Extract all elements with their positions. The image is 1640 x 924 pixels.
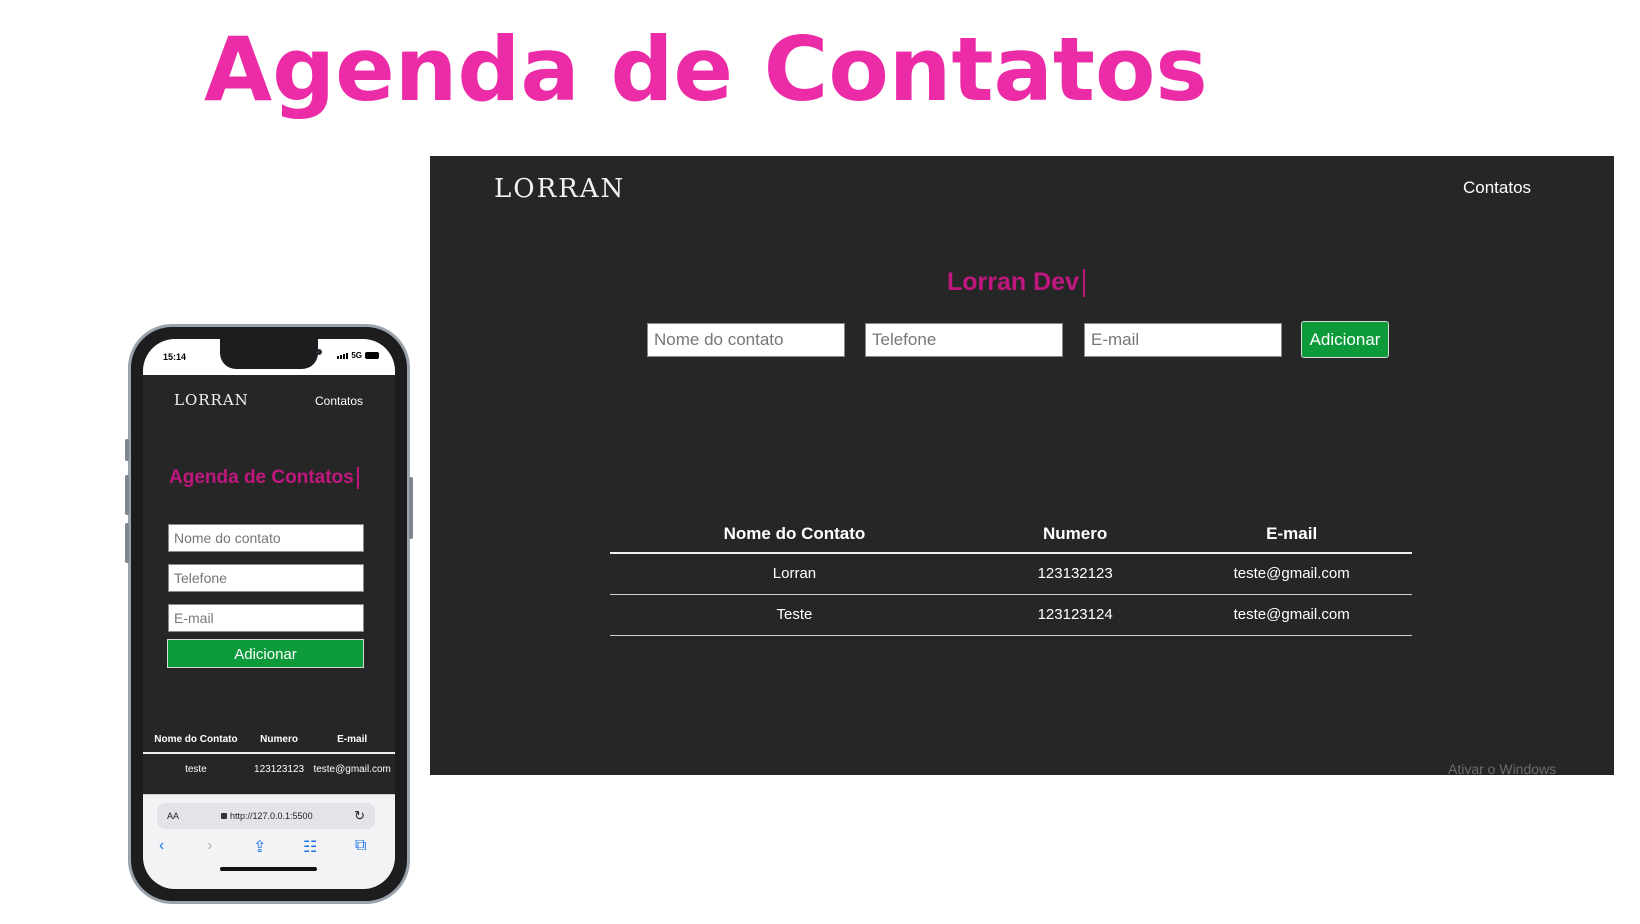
cell-name: teste: [185, 764, 207, 775]
header-number: Numero: [248, 727, 310, 754]
cell-number: 123123124: [978, 594, 1172, 636]
lock-icon: [221, 813, 227, 819]
contact-name-input[interactable]: Nome do contato: [168, 524, 364, 552]
app-title: Agenda de Contatos: [169, 467, 359, 489]
contacts-table: Nome do Contato Numero E-mail Lorran 123…: [610, 516, 1412, 636]
hero-title: Agenda de Contatos: [204, 18, 1208, 121]
app-title: Lorran Dev: [947, 268, 1085, 298]
header-name: Nome do Contato: [610, 516, 979, 554]
status-time: 15:14: [163, 352, 187, 362]
phone-input[interactable]: Telefone: [168, 564, 364, 592]
header-number: Numero: [978, 516, 1172, 554]
reload-icon[interactable]: ↻: [354, 808, 365, 824]
cell-email: teste@gmail.com: [1171, 553, 1412, 595]
home-indicator: [220, 867, 317, 871]
phone-volume-up: [125, 475, 129, 515]
back-icon[interactable]: ‹: [159, 837, 164, 855]
header-name: Nome do Contato: [143, 727, 249, 754]
reader-aa-button[interactable]: AA: [167, 811, 179, 821]
app-title-text: Lorran Dev: [947, 268, 1079, 296]
add-contact-button[interactable]: Adicionar: [1301, 321, 1389, 358]
add-contact-button[interactable]: Adicionar: [167, 639, 364, 668]
phone-mockup: 15:14 5G LORRAN Contatos Agenda de Conta…: [125, 324, 413, 904]
url-text: http://127.0.0.1:5500: [230, 811, 313, 821]
phone-mute-switch: [125, 439, 129, 461]
nav-contatos-link[interactable]: Contatos: [1463, 178, 1531, 198]
tabs-icon[interactable]: ⧉: [355, 837, 366, 855]
network-label: 5G: [351, 351, 362, 360]
status-indicators: 5G: [337, 351, 379, 360]
cell-name: Lorran: [610, 553, 979, 595]
cell-email: teste@gmail.com: [313, 764, 391, 775]
email-input[interactable]: E-mail: [1084, 323, 1282, 357]
cell-name: Teste: [610, 594, 979, 636]
windows-activation-watermark: Ativar o Windows: [1448, 761, 1557, 775]
signal-icon: [337, 352, 349, 359]
phone-volume-down: [125, 523, 129, 563]
bookmarks-icon[interactable]: ☷: [303, 837, 317, 857]
phone-input[interactable]: Telefone: [865, 323, 1063, 357]
table-row: teste 123123123 teste@gmail.com: [143, 753, 395, 785]
share-icon[interactable]: ⇪: [253, 837, 266, 857]
table-header-row: Nome do Contato Numero E-mail: [610, 516, 1412, 554]
table-row: Teste 123123124 teste@gmail.com: [610, 594, 1412, 636]
cell-number: 123123123: [254, 764, 305, 775]
safari-toolbar: AA http://127.0.0.1:5500 ↻ ‹ › ⇪ ☷ ⧉: [143, 794, 395, 889]
typing-caret: [1082, 269, 1085, 298]
camera-icon: [316, 349, 322, 355]
battery-icon: [365, 352, 379, 359]
header-email: E-mail: [1171, 516, 1412, 554]
brand-logo[interactable]: LORRAN: [174, 391, 249, 409]
typing-caret: [356, 467, 359, 489]
cell-email: teste@gmail.com: [1171, 594, 1412, 636]
nav-contatos-link[interactable]: Contatos: [315, 394, 363, 408]
url-display[interactable]: http://127.0.0.1:5500: [221, 811, 313, 821]
phone-notch: [220, 339, 322, 369]
forward-icon[interactable]: ›: [207, 837, 212, 855]
header-email: E-mail: [309, 727, 395, 754]
phone-power-button: [409, 477, 413, 539]
table-row: Lorran 123132123 teste@gmail.com: [610, 553, 1412, 595]
desktop-preview: LORRAN Contatos Lorran Dev Nome do conta…: [430, 156, 1614, 775]
table-header-row: Nome do Contato Numero E-mail: [143, 727, 395, 754]
cell-number: 123132123: [978, 553, 1172, 595]
phone-screen: 15:14 5G LORRAN Contatos Agenda de Conta…: [143, 339, 395, 889]
contact-name-input[interactable]: Nome do contato: [647, 323, 845, 357]
email-input[interactable]: E-mail: [168, 604, 364, 632]
brand-logo[interactable]: LORRAN: [494, 174, 625, 204]
contacts-table: Nome do Contato Numero E-mail teste 1231…: [143, 727, 395, 785]
address-bar[interactable]: AA http://127.0.0.1:5500 ↻: [157, 803, 375, 829]
app-title-text: Agenda de Contatos: [169, 467, 354, 489]
